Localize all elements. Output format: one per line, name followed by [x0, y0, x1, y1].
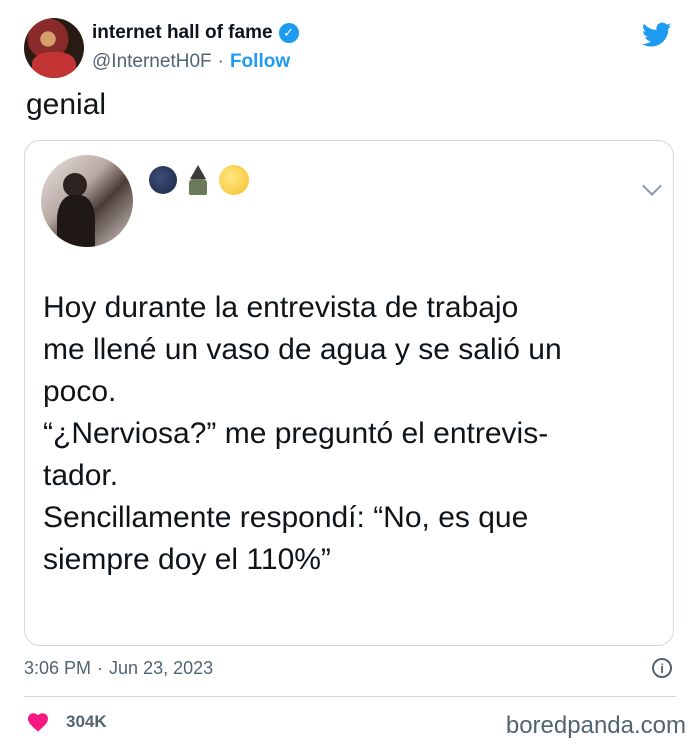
likes-count: 304K	[66, 712, 107, 731]
chevron-down-icon[interactable]	[642, 176, 662, 196]
full-moon-emoji-icon	[219, 165, 249, 195]
info-icon[interactable]: i	[652, 658, 672, 678]
quoted-tweet[interactable]: Hoy durante la entrevista de trabajo me …	[24, 140, 674, 646]
author-name-row: internet hall of fame ✓	[92, 22, 299, 44]
quoted-author-avatar[interactable]	[41, 155, 133, 247]
quoted-author-name-emojis	[149, 165, 249, 195]
mage-emoji-icon	[185, 165, 211, 195]
separator-dot: ·	[97, 658, 104, 678]
tweet-time: 3:06 PM	[24, 658, 92, 678]
twitter-bird-icon[interactable]	[642, 22, 672, 48]
tweet-header: internet hall of fame ✓ @InternetH0F · Fol…	[24, 18, 676, 82]
author-handle-row: @InternetH0F · Follow	[92, 51, 290, 73]
divider	[24, 696, 676, 697]
watermark: boredpanda.com	[505, 712, 686, 739]
like-action[interactable]: 304K	[26, 710, 107, 734]
heart-icon[interactable]	[26, 710, 50, 734]
new-moon-emoji-icon	[149, 166, 177, 194]
author-handle[interactable]: @InternetH0F	[92, 51, 212, 72]
follow-button[interactable]: Follow	[230, 51, 290, 72]
tweet-timestamp[interactable]: 3:06 PM · Jun 23, 2023	[24, 658, 213, 679]
quoted-tweet-text: Hoy durante la entrevista de trabajo me …	[43, 291, 562, 576]
tweet-text: genial	[26, 88, 107, 121]
author-avatar[interactable]	[24, 18, 84, 78]
author-name[interactable]: internet hall of fame	[92, 22, 273, 44]
verified-badge-icon: ✓	[278, 23, 299, 43]
separator-dot: ·	[217, 51, 224, 72]
tweet-date: Jun 23, 2023	[109, 658, 214, 678]
